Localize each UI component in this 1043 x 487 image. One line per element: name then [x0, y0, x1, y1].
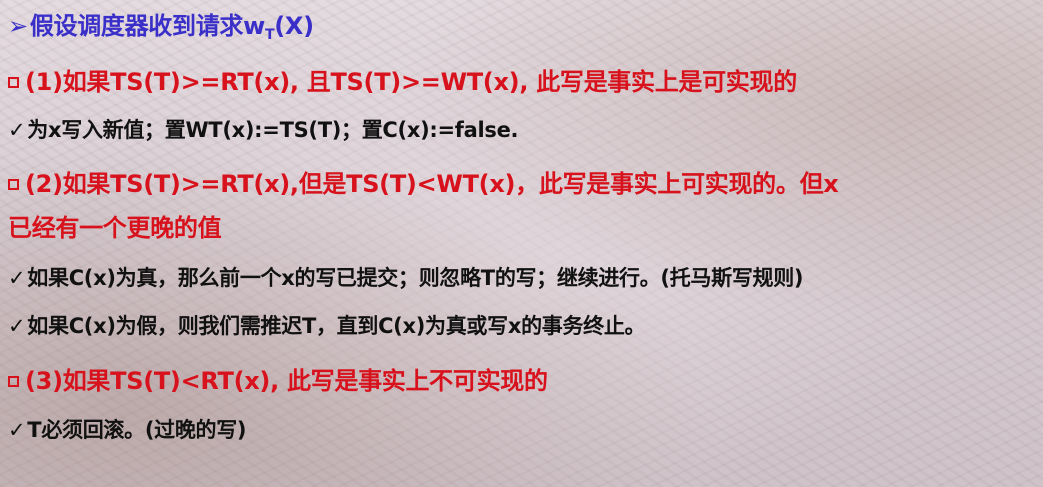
- condition-2: (2)如果TS(T)>=RT(x),但是TS(T)<WT(x)，此写是事实上可实…: [8, 164, 839, 199]
- heading-text: 假设调度器收到请求w: [29, 12, 265, 40]
- condition-2-continued-text: 已经有一个更晚的值: [8, 214, 222, 242]
- condition-2-text: (2)如果TS(T)>=RT(x),但是TS(T)<WT(x)，此写是事实上可实…: [25, 170, 839, 198]
- condition-1: (1)如果TS(T)>=RT(x), 且TS(T)>=WT(x), 此写是事实上…: [8, 62, 797, 97]
- action-2b: ✓如果C(x)为假，则我们需推迟T，直到C(x)为真或写x的事务终止。: [8, 310, 646, 340]
- square-bullet-icon: [8, 179, 19, 190]
- checkmark-icon: ✓: [8, 418, 26, 442]
- action-2b-text: 如果C(x)为假，则我们需推迟T，直到C(x)为真或写x的事务终止。: [27, 314, 646, 338]
- square-bullet-icon: [8, 77, 19, 88]
- condition-3: (3)如果TS(T)<RT(x), 此写是事实上不可实现的: [8, 361, 548, 396]
- slide-content: ➢假设调度器收到请求wT(X) (1)如果TS(T)>=RT(x), 且TS(T…: [0, 0, 1043, 487]
- condition-3-text: (3)如果TS(T)<RT(x), 此写是事实上不可实现的: [25, 367, 548, 395]
- action-2a: ✓如果C(x)为真，那么前一个x的写已提交；则忽略T的写；继续进行。(托马斯写规…: [8, 262, 804, 292]
- condition-2-continued: 已经有一个更晚的值: [8, 208, 222, 243]
- action-3: ✓T必须回滚。(过晚的写): [8, 414, 247, 444]
- heading-subscript: T: [264, 27, 275, 43]
- condition-1-text: (1)如果TS(T)>=RT(x), 且TS(T)>=WT(x), 此写是事实上…: [25, 68, 797, 96]
- action-1-text: 为x写入新值；置WT(x):=TS(T)；置C(x):=false.: [27, 118, 519, 142]
- slide-heading: ➢假设调度器收到请求wT(X): [8, 6, 314, 43]
- checkmark-icon: ✓: [8, 266, 26, 290]
- action-1: ✓为x写入新值；置WT(x):=TS(T)；置C(x):=false.: [8, 114, 519, 144]
- checkmark-icon: ✓: [8, 118, 26, 142]
- action-3-text: T必须回滚。(过晚的写): [27, 418, 247, 442]
- square-bullet-icon: [8, 376, 19, 387]
- checkmark-icon: ✓: [8, 314, 26, 338]
- action-2a-text: 如果C(x)为真，那么前一个x的写已提交；则忽略T的写；继续进行。(托马斯写规则…: [27, 266, 804, 290]
- arrow-bullet-icon: ➢: [8, 12, 28, 40]
- heading-text-end: (X): [274, 12, 314, 40]
